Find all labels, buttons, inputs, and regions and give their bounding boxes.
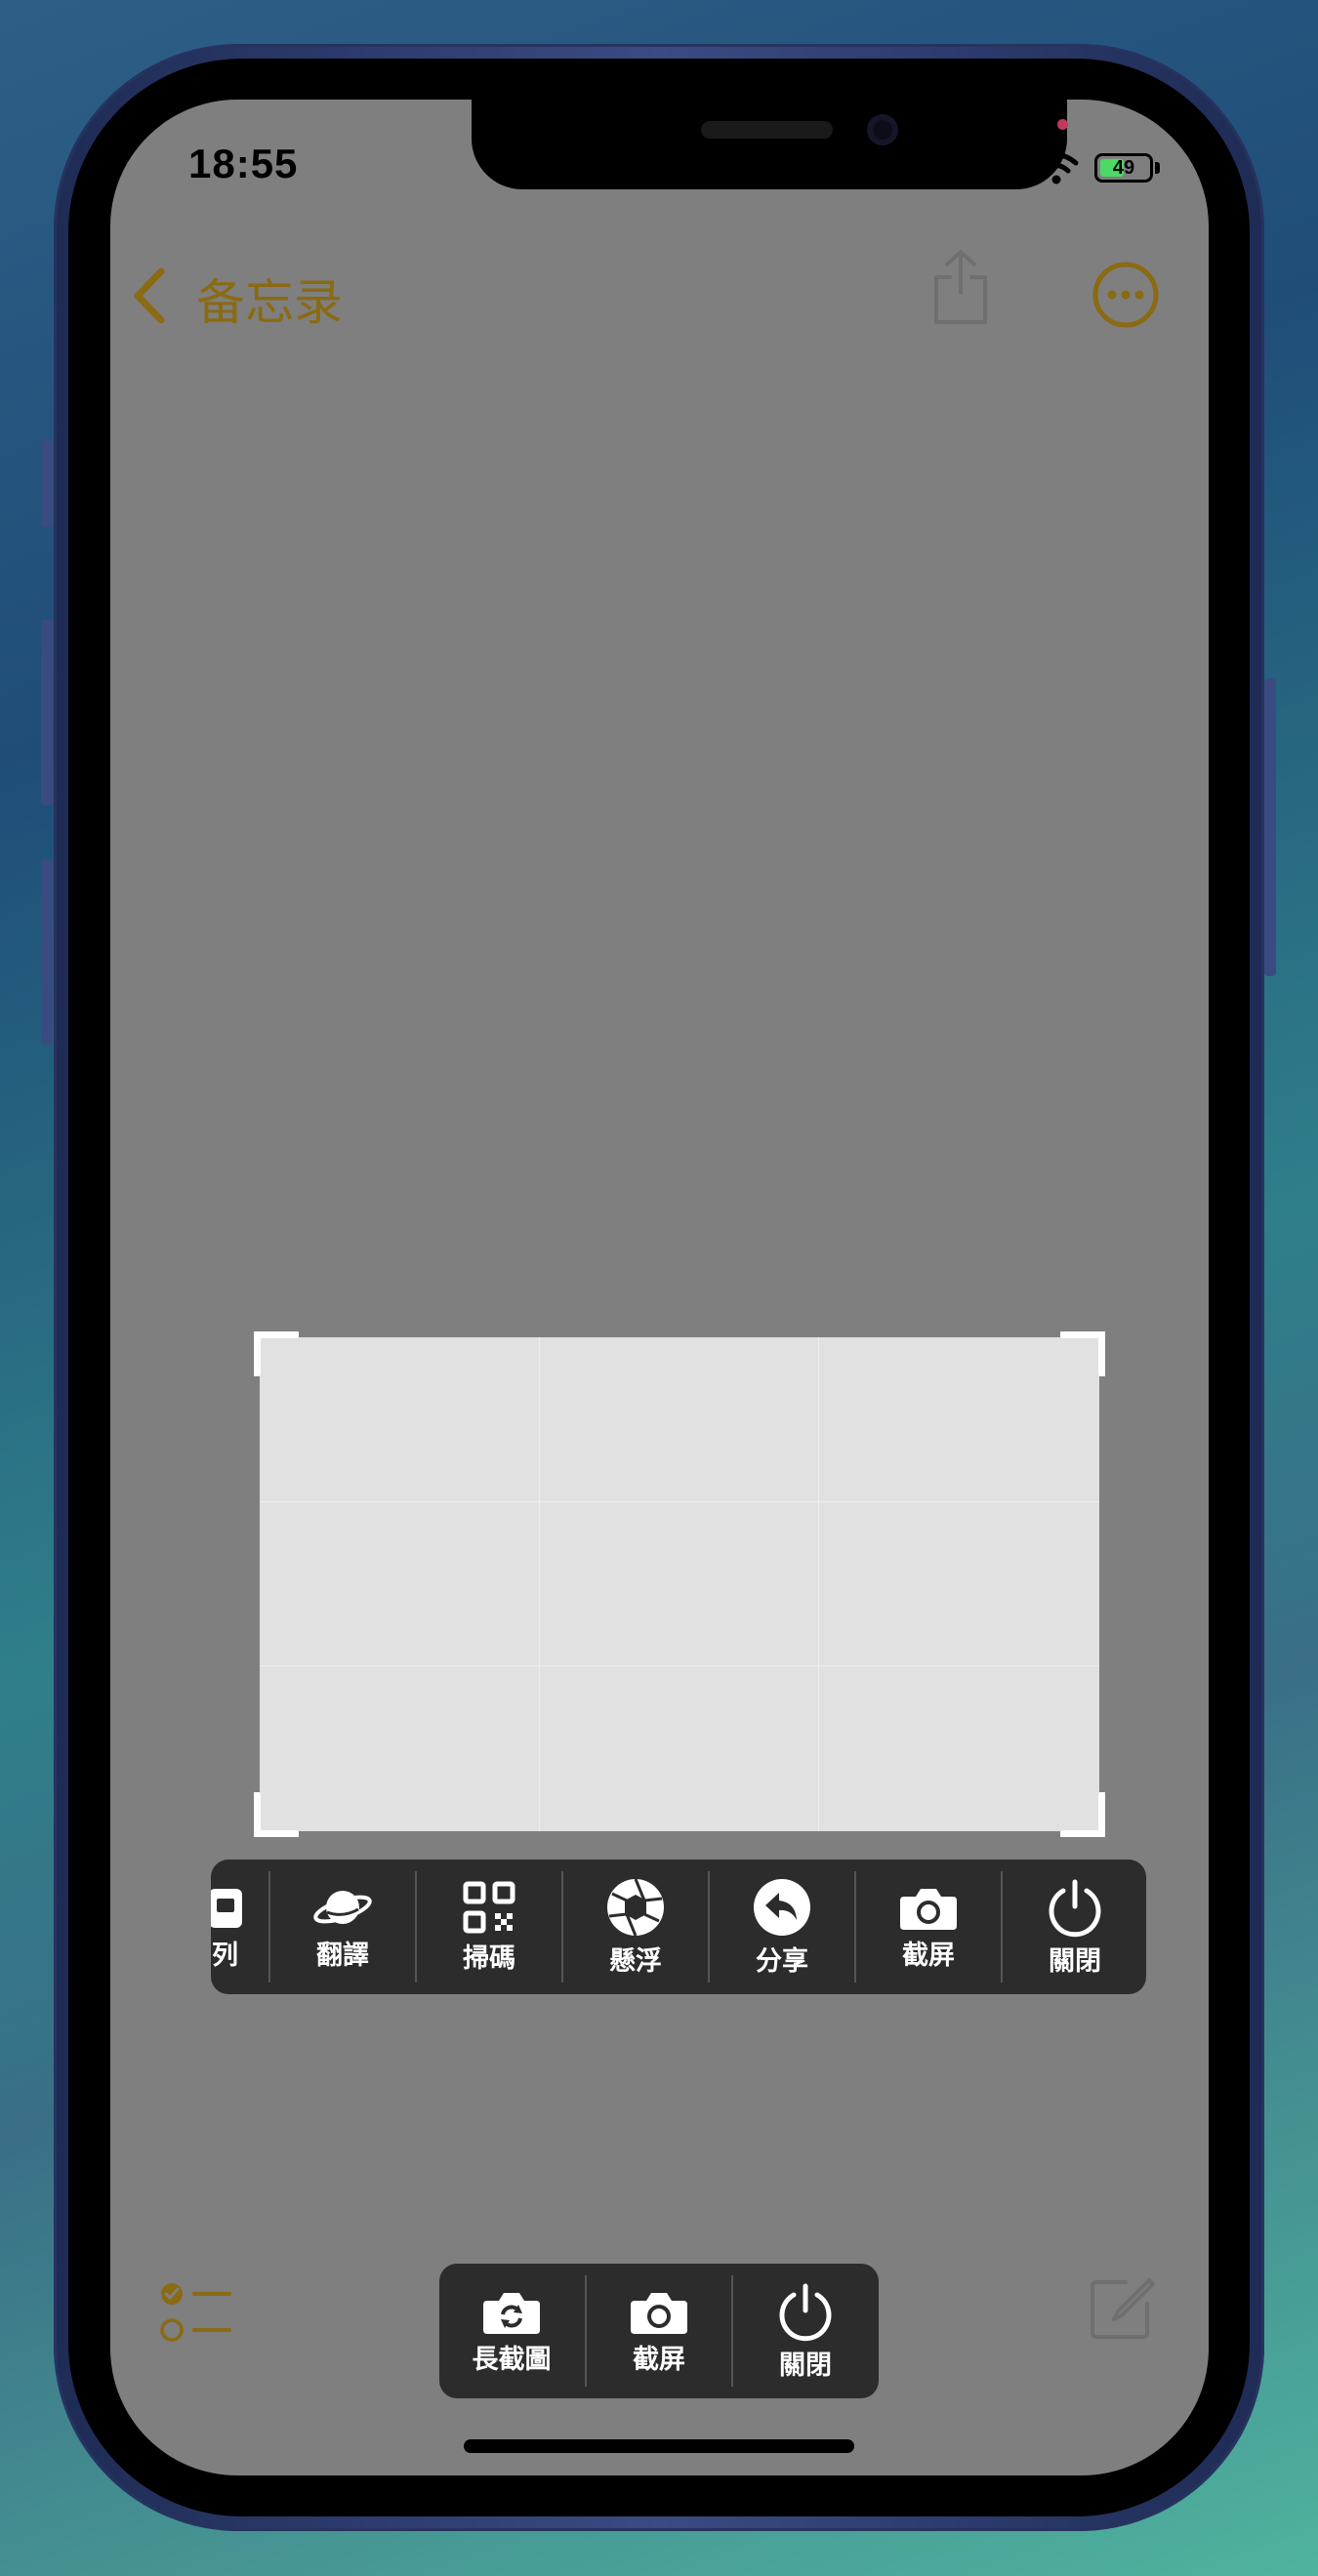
tool-label: 懸浮 (609, 1945, 662, 1976)
status-time: 18:55 (188, 141, 299, 186)
planet-icon (313, 1890, 372, 1924)
crop-selection-area[interactable] (260, 1337, 1099, 1831)
back-button[interactable]: 备忘录 (130, 256, 364, 330)
battery-level-text: 49 (1112, 157, 1135, 179)
reply-arrow-icon (754, 1878, 810, 1936)
tool-label: 截屏 (633, 2344, 685, 2374)
wifi-icon (1034, 152, 1079, 184)
camera-icon (631, 2292, 687, 2334)
close-tool-button[interactable]: 關閉 (1003, 1860, 1146, 1994)
screenshot-action-toolbar: 列 翻譯 掃碼 懸浮 分享 截屏 關閉 (211, 1860, 1146, 1994)
cellular-signal-icon (973, 156, 1019, 184)
float-button[interactable]: 懸浮 (563, 1860, 708, 1994)
volume-up-button (41, 620, 53, 805)
power-side-button (1264, 678, 1276, 976)
chevron-left-icon (134, 267, 165, 324)
power-icon (1049, 1879, 1101, 1937)
checklist-icon[interactable] (159, 2276, 237, 2349)
translate-button[interactable]: 翻譯 (270, 1860, 415, 1994)
tool-label: 翻譯 (316, 1940, 369, 1970)
aperture-icon (607, 1877, 664, 1937)
share-icon[interactable] (928, 246, 993, 328)
share-action-button[interactable]: 分享 (710, 1860, 854, 1994)
battery-cap (1155, 162, 1160, 174)
earpiece-speaker (701, 121, 833, 139)
grid-line-horizontal (260, 1665, 1099, 1666)
volume-down-button (41, 859, 53, 1044)
long-screenshot-button[interactable]: 長截圖 (439, 2264, 584, 2398)
camera-icon (900, 1888, 957, 1930)
power-icon (779, 2283, 832, 2341)
ellipsis-circle-icon[interactable] (1091, 261, 1160, 329)
compose-icon[interactable] (1087, 2274, 1155, 2343)
qr-code-icon (463, 1881, 515, 1933)
battery-icon: 49 (1094, 153, 1153, 183)
tool-label: 長截圖 (472, 2344, 552, 2374)
grid-line-vertical (818, 1337, 819, 1831)
privacy-indicator-dot (1057, 119, 1068, 130)
screenshot-button[interactable]: 截屏 (587, 2264, 731, 2398)
crop-handle-top-right[interactable] (1060, 1331, 1105, 1376)
tool-label: 列 (212, 1940, 238, 1970)
tool-list-button[interactable]: 列 (211, 1860, 268, 1994)
front-camera (867, 114, 898, 145)
home-indicator[interactable] (464, 2439, 854, 2453)
tool-label: 分享 (756, 1945, 808, 1976)
tool-label: 關閉 (779, 2350, 832, 2380)
crop-handle-bottom-left[interactable] (254, 1792, 299, 1837)
tool-label: 截屏 (902, 1940, 955, 1970)
phone-screen: 18:55 49 备忘录 列 翻譯 掃碼 懸浮 分享 截屏 關閉 長截圖 截屏 … (110, 100, 1209, 2475)
floating-screenshot-toolbar: 長截圖 截屏 關閉 (439, 2264, 879, 2398)
screenshot-button[interactable]: 截屏 (856, 1860, 1001, 1994)
scan-qr-button[interactable]: 掃碼 (417, 1860, 561, 1994)
crop-handle-bottom-right[interactable] (1060, 1792, 1105, 1837)
silent-switch (41, 439, 53, 527)
close-button[interactable]: 關閉 (733, 2264, 878, 2398)
grid-line-vertical (539, 1337, 540, 1831)
tool-label: 關閉 (1049, 1945, 1101, 1976)
crop-handle-top-left[interactable] (254, 1331, 299, 1376)
camera-rotate-icon (483, 2292, 540, 2334)
document-icon (211, 1888, 242, 1928)
tool-label: 掃碼 (463, 1942, 515, 1973)
back-label: 备忘录 (196, 275, 343, 330)
grid-line-horizontal (260, 1501, 1099, 1502)
